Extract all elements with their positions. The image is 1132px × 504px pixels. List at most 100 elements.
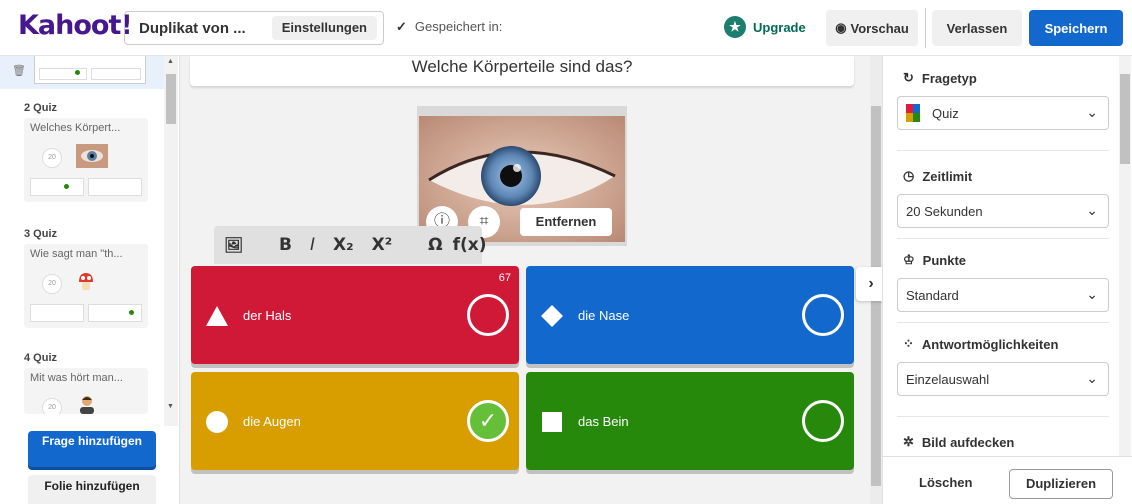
triangle-icon [206, 306, 228, 326]
answer-options-select[interactable]: Einzelauswahl ⌄ [897, 362, 1109, 396]
top-bar: Kahoot! Duplikat von ... Einstellungen ✓… [0, 0, 1132, 56]
kahoot-logo[interactable]: Kahoot! [18, 10, 133, 41]
scrollbar-thumb[interactable] [166, 74, 176, 124]
slide-question: Welches Körpert... [30, 122, 121, 134]
upgrade-button[interactable]: ★ Upgrade [724, 16, 806, 38]
answer-1[interactable]: der Hals 67 [191, 266, 519, 364]
slide-sidebar: 🗑 2 Quiz Welches Körpert... 20 3 Quiz Wi… [0, 56, 180, 504]
delete-button[interactable]: Löschen [919, 475, 972, 490]
question-editor: Welche Körperteile sind das? ⓘ ⌗ Entfern… [180, 56, 886, 504]
time-limit-heading: ◷ Zeitlimit [903, 168, 972, 184]
mushroom-thumbnail-image [79, 273, 93, 290]
person-thumbnail-image [80, 396, 94, 414]
panel-divider [897, 416, 1109, 417]
settings-button[interactable]: Einstellungen [271, 16, 377, 40]
add-question-button[interactable]: Frage hinzufügen [28, 431, 156, 467]
answer-options-label: Antwortmöglichkeiten [921, 336, 1059, 352]
slide-answers [30, 304, 142, 322]
square-icon [542, 412, 562, 432]
scroll-up-icon[interactable]: ▲ [167, 58, 174, 65]
char-counter: 67 [498, 272, 511, 284]
answer-3[interactable]: die Augen ✓ [191, 372, 519, 470]
omega-button[interactable]: Ω [428, 235, 442, 255]
answer-2[interactable]: die Nase [526, 266, 854, 364]
save-button[interactable]: Speichern [1029, 10, 1123, 46]
answer-text[interactable]: die Augen [243, 414, 301, 429]
circle-icon [206, 411, 228, 433]
duplicate-button[interactable]: Duplizieren [1009, 469, 1113, 499]
chevron-down-icon: ⌄ [1086, 104, 1098, 120]
kahoot-title: Duplikat von ... [139, 19, 246, 37]
settings-panel: ↻ Fragetyp Quiz ⌄ ◷ Zeitlimit 20 Sekunde… [882, 56, 1132, 504]
save-status-label: Gespeichert in: [414, 19, 503, 34]
points-value: Standard [906, 287, 959, 303]
bold-button[interactable]: B [279, 235, 292, 255]
answer-options-heading: ⁘ Antwortmöglichkeiten [903, 336, 1058, 352]
slide-label: 3 Quiz [24, 228, 58, 240]
correct-toggle[interactable] [802, 400, 844, 442]
slide-item-1[interactable]: 🗑 [0, 56, 164, 89]
italic-button[interactable]: I [310, 235, 315, 255]
slide-item-2[interactable]: 2 Quiz Welches Körpert... 20 [24, 102, 148, 202]
header-divider [925, 8, 926, 48]
slide-item-4[interactable]: 4 Quiz Mit was hört man... 20 [24, 352, 148, 414]
image-icon[interactable]: 🖼 [224, 236, 243, 254]
remove-image-button[interactable]: Entfernen [520, 208, 612, 236]
medal-icon: ♔ [903, 252, 915, 267]
star-icon: ★ [724, 16, 746, 38]
slide-timer: 20 [42, 148, 62, 168]
points-label: Punkte [922, 252, 966, 268]
slide-timer: 20 [42, 274, 62, 294]
slide-question: Wie sagt man "th... [30, 248, 123, 260]
chevron-down-icon: ⌄ [1086, 286, 1098, 302]
slide-timer: 20 [42, 398, 62, 414]
subscript-button[interactable]: X₂ [333, 235, 354, 255]
exit-button[interactable]: Verlassen [932, 10, 1022, 46]
time-limit-label: Zeitlimit [922, 168, 973, 184]
answer-text[interactable]: die Nase [578, 308, 629, 323]
kahoot-title-field[interactable]: Duplikat von ... Einstellungen [124, 11, 384, 45]
preview-button[interactable]: ◉ Vorschau [826, 10, 918, 46]
upgrade-label: Upgrade [753, 19, 806, 35]
diamond-icon [541, 305, 563, 327]
reveal-image-label: Bild aufdecken [921, 434, 1015, 450]
superscript-button[interactable]: X² [372, 235, 393, 255]
panel-divider [897, 238, 1109, 239]
sidebar-scrollbar[interactable]: ▲ ▼ [164, 56, 178, 426]
add-slide-button[interactable]: Folie hinzufügen [28, 475, 156, 504]
correct-answer-dot [129, 310, 134, 315]
question-type-heading: ↻ Fragetyp [903, 70, 977, 86]
correct-toggle[interactable] [467, 294, 509, 336]
correct-toggle[interactable] [802, 294, 844, 336]
preview-label: Vorschau [850, 20, 909, 36]
question-type-label: Fragetyp [921, 70, 977, 86]
slide-thumbnail: Welches Körpert... 20 [24, 118, 148, 202]
slide-thumbnail: Mit was hört man... 20 [24, 368, 148, 414]
time-limit-select[interactable]: 20 Sekunden ⌄ [897, 194, 1109, 228]
clock-icon: ◷ [903, 168, 915, 183]
scrollbar-thumb[interactable] [1120, 74, 1130, 164]
save-status: ✓ Gespeichert in: [396, 19, 502, 35]
panel-scrollbar[interactable] [1119, 56, 1131, 456]
slide-label: 4 Quiz [24, 352, 58, 364]
slide-question: Mit was hört man... [30, 372, 123, 384]
slide-thumbnail [34, 56, 146, 84]
answer-options-value: Einzelauswahl [906, 371, 990, 387]
points-heading: ♔ Punkte [903, 252, 966, 268]
points-select[interactable]: Standard ⌄ [897, 278, 1109, 312]
answer-text[interactable]: der Hals [243, 308, 291, 323]
time-limit-value: 20 Sekunden [906, 203, 983, 219]
formula-button[interactable]: f(x) [453, 235, 487, 255]
trash-icon[interactable]: 🗑 [12, 64, 26, 77]
correct-check-icon[interactable]: ✓ [467, 400, 509, 442]
scroll-down-icon[interactable]: ▼ [167, 403, 174, 410]
check-icon: ✓ [396, 19, 407, 34]
question-type-select[interactable]: Quiz ⌄ [897, 96, 1109, 130]
panel-divider [897, 322, 1109, 323]
panel-divider [897, 150, 1109, 151]
panel-footer: Löschen Duplizieren [883, 456, 1132, 504]
answer-text[interactable]: das Bein [578, 414, 629, 429]
question-input[interactable]: Welche Körperteile sind das? [190, 56, 854, 86]
answer-4[interactable]: das Bein [526, 372, 854, 470]
slide-item-3[interactable]: 3 Quiz Wie sagt man "th... 20 [24, 228, 148, 328]
